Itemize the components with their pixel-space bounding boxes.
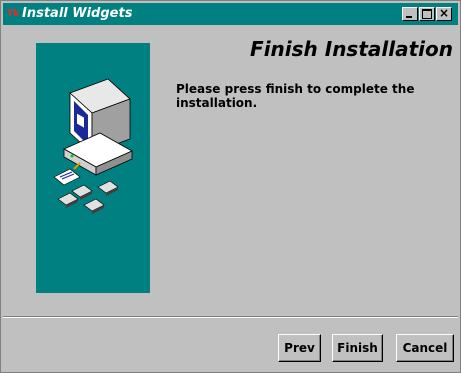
cancel-button[interactable]: Cancel <box>396 334 454 362</box>
installer-window: Tk Install Widgets × Finish Installation… <box>0 0 461 373</box>
title-bar[interactable]: Tk Install Widgets × <box>3 3 458 25</box>
computer-illustration <box>53 78 133 214</box>
floppy-disks-icon <box>57 180 119 214</box>
tk-feather-icon: Tk <box>7 9 20 19</box>
window-title: Install Widgets <box>22 6 133 21</box>
side-image-panel <box>36 43 150 293</box>
minimize-button[interactable] <box>402 7 418 21</box>
maximize-icon <box>422 9 432 19</box>
minimize-icon <box>406 16 412 18</box>
finish-button[interactable]: Finish <box>332 334 383 362</box>
window-controls: × <box>401 6 452 21</box>
close-button[interactable]: × <box>436 6 452 21</box>
instruction-text: Please press finish to complete the inst… <box>176 82 415 110</box>
button-separator <box>3 316 458 318</box>
page-title: Finish Installation <box>250 37 453 61</box>
document-icon <box>53 162 81 186</box>
prev-button[interactable]: Prev <box>278 334 321 362</box>
close-icon: × <box>438 6 450 20</box>
maximize-button[interactable] <box>419 7 435 21</box>
